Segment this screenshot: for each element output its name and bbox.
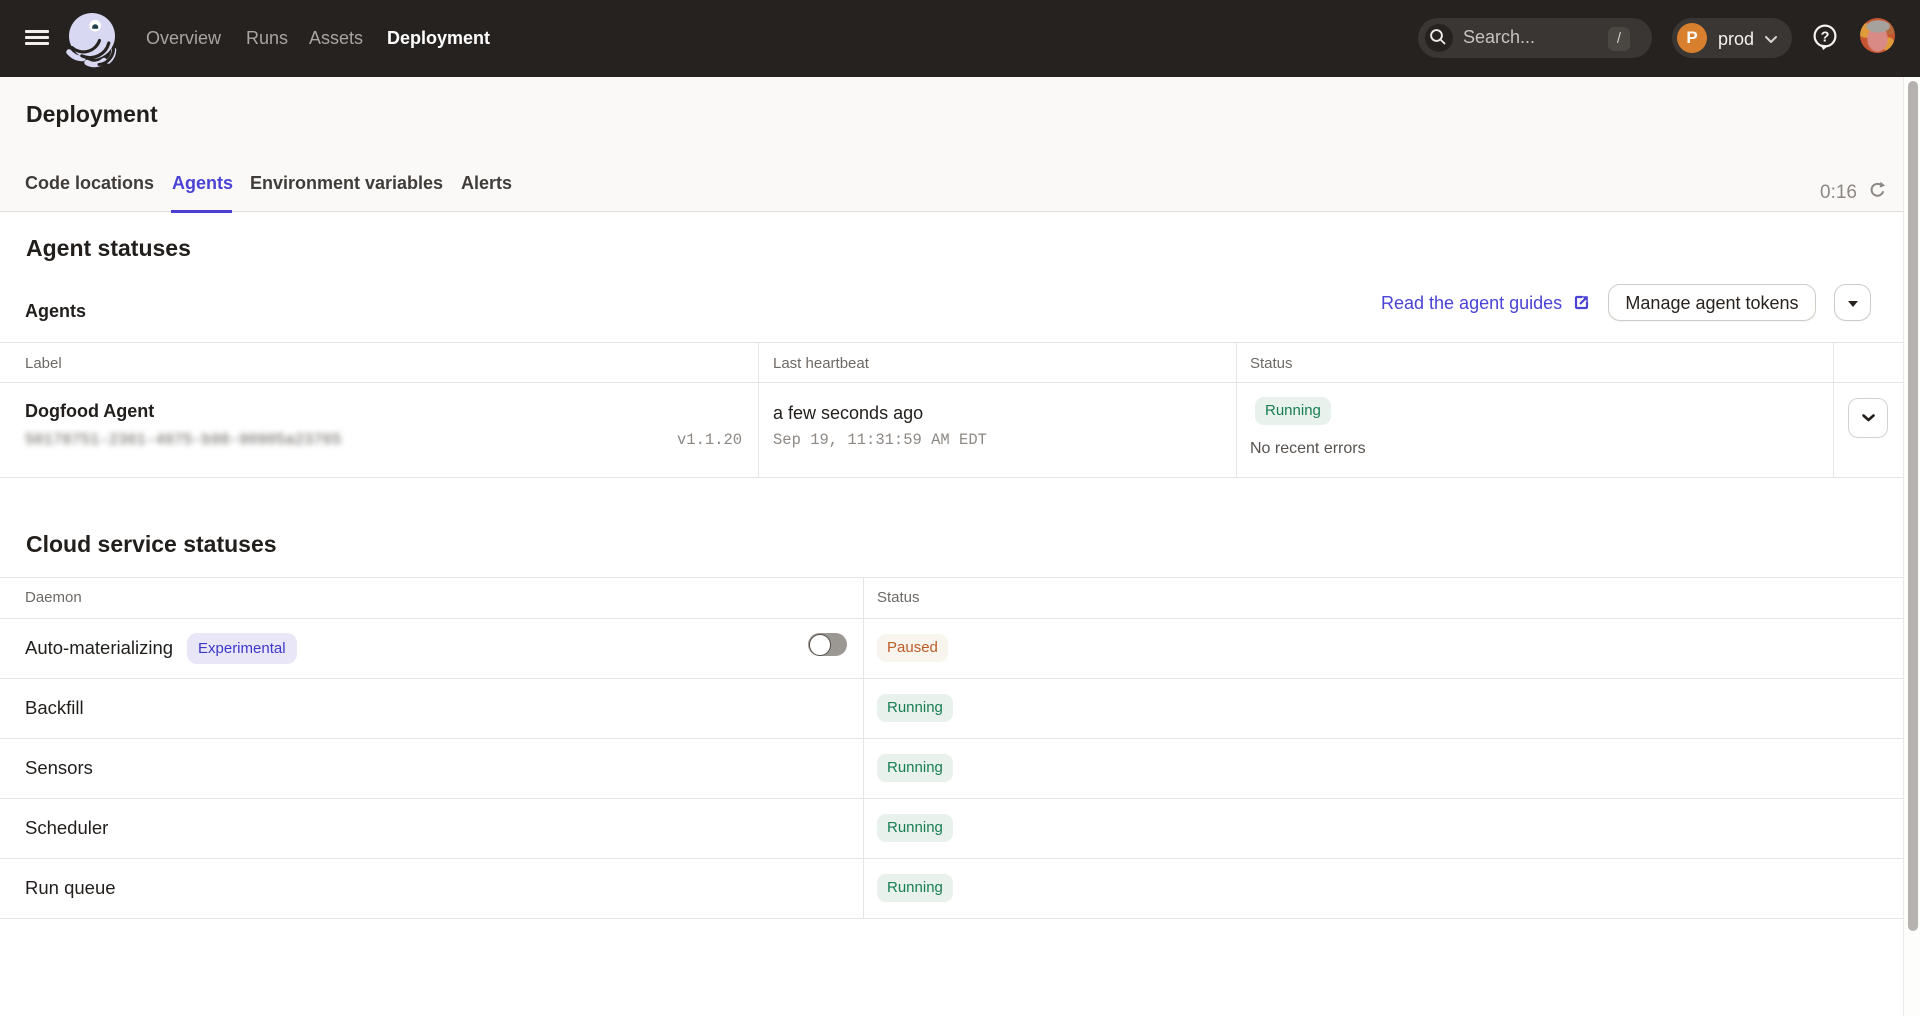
svg-text:?: ? bbox=[1821, 30, 1830, 46]
